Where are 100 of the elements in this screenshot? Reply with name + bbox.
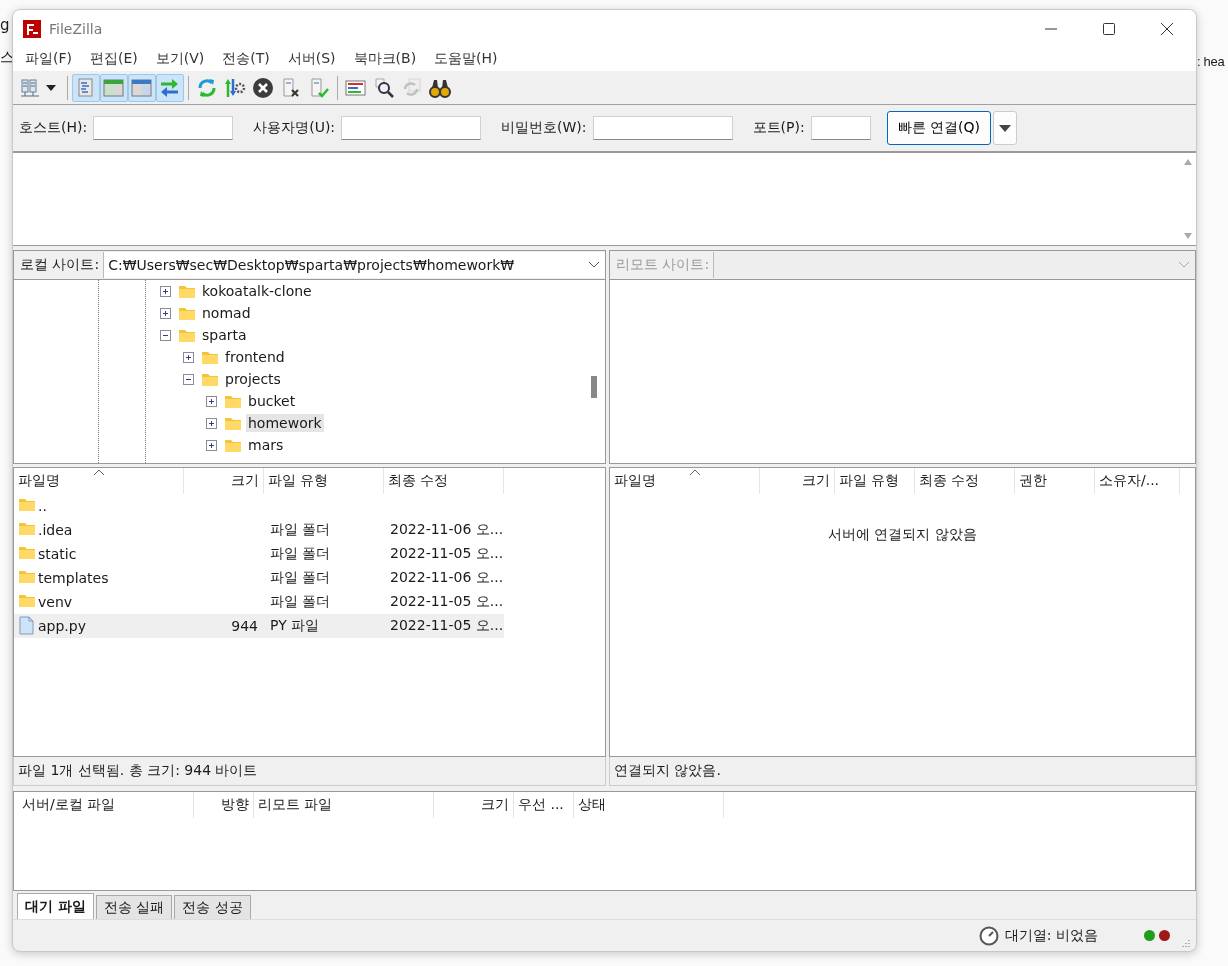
- input-field[interactable]: [810, 116, 871, 140]
- column-header[interactable]: 크기: [760, 468, 835, 494]
- column-header[interactable]: 서버/로컬 파일: [14, 792, 194, 818]
- caret-icon: [999, 124, 1012, 132]
- menu-item[interactable]: 파일(F): [23, 50, 74, 68]
- app-logo-icon: [23, 19, 41, 38]
- menu-item[interactable]: 서버(S): [285, 50, 338, 68]
- tree-item[interactable]: bucket: [246, 392, 298, 410]
- column-header[interactable]: 파일 유형: [264, 468, 384, 494]
- column-header[interactable]: 방향: [194, 792, 254, 818]
- collapse-icon[interactable]: [160, 329, 171, 341]
- quickconnect-button[interactable]: 빠른 연결(Q): [886, 111, 992, 145]
- folder-icon: [201, 371, 219, 387]
- file-row[interactable]: venv 파일 폴더 2022-11-05 오...: [14, 590, 504, 614]
- file-icon: [18, 616, 36, 636]
- sync-icon: [401, 76, 423, 99]
- window-title: FileZilla: [49, 20, 103, 37]
- expand-icon[interactable]: [206, 439, 217, 451]
- file-name: templates: [38, 570, 109, 586]
- file-type: 파일 폴더: [270, 569, 331, 587]
- column-header[interactable]: 권한: [1015, 468, 1095, 494]
- server-rack-icon: [20, 76, 42, 99]
- sort-caret-icon: [94, 469, 104, 475]
- expand-icon[interactable]: [183, 351, 194, 363]
- gauge-icon: [978, 925, 999, 946]
- close-icon[interactable]: [1158, 20, 1176, 37]
- expand-icon[interactable]: [160, 307, 171, 319]
- scroll-up-icon: [1183, 159, 1192, 165]
- file-type: 파일 폴더: [270, 593, 331, 611]
- file-date: 2022-11-05 오...: [390, 593, 504, 611]
- file-name: static: [38, 546, 77, 562]
- arrows-gear-icon: [224, 76, 246, 99]
- document-check-icon: [308, 76, 330, 99]
- site-label: 리모트 사이트:: [615, 256, 711, 274]
- path-combo[interactable]: C:₩Users₩sec₩Desktop₩sparta₩projects₩homework₩: [103, 252, 605, 278]
- file-date: 2022-11-05 오...: [390, 617, 504, 635]
- menu-item[interactable]: 북마크(B): [351, 50, 419, 68]
- refresh-icon: [196, 76, 218, 99]
- column-header[interactable]: 최종 수정: [384, 468, 504, 494]
- column-header[interactable]: 파일명: [610, 468, 760, 494]
- file-type: PY 파일: [270, 617, 320, 635]
- column-header[interactable]: 파일 유형: [835, 468, 915, 494]
- file-row[interactable]: static 파일 폴더 2022-11-05 오...: [14, 542, 504, 566]
- menu-item[interactable]: 보기(V): [153, 50, 207, 68]
- tree-item[interactable]: kokoatalk-clone: [200, 282, 314, 300]
- maximize-icon[interactable]: [1100, 20, 1118, 37]
- column-header[interactable]: 크기: [434, 792, 514, 818]
- folder-icon: [224, 393, 242, 409]
- column-header[interactable]: 최종 수정: [915, 468, 1015, 494]
- sort-caret-icon: [690, 469, 700, 475]
- scrollbar-thumb[interactable]: [591, 376, 597, 398]
- file-row[interactable]: ..: [14, 494, 504, 518]
- queue-status: 대기열: 비었음: [1004, 926, 1098, 945]
- menu-item[interactable]: 전송(T): [220, 50, 272, 68]
- menu-item[interactable]: 도움말(H): [432, 50, 500, 68]
- column-header[interactable]: 리모트 파일: [254, 792, 434, 818]
- file-name: venv: [38, 594, 73, 610]
- menu-item[interactable]: 편집(E): [88, 50, 140, 68]
- file-row[interactable]: app.py 944 PY 파일 2022-11-05 오...: [14, 614, 504, 638]
- column-header[interactable]: 우선 ...: [514, 792, 574, 818]
- expand-icon[interactable]: [160, 285, 171, 297]
- tree-item[interactable]: nomad: [200, 304, 253, 322]
- input-field[interactable]: [592, 116, 733, 140]
- file-row[interactable]: templates 파일 폴더 2022-11-06 오...: [14, 566, 504, 590]
- tree-item[interactable]: frontend: [223, 348, 287, 366]
- tree-item[interactable]: projects: [223, 370, 283, 388]
- input-field[interactable]: [341, 116, 482, 140]
- field-label: 호스트(H):: [19, 119, 88, 137]
- tab[interactable]: 전송 성공: [174, 895, 251, 919]
- column-header[interactable]: 파일명: [14, 468, 184, 494]
- column-header[interactable]: 상태: [574, 792, 724, 818]
- expand-icon[interactable]: [206, 417, 217, 429]
- folder-icon: [201, 349, 219, 365]
- status-text: 연결되지 않았음.: [609, 757, 1196, 786]
- panel-right-icon: [131, 76, 153, 99]
- tree-item[interactable]: mars: [246, 436, 286, 454]
- resize-grip-icon: [1182, 939, 1190, 947]
- column-header[interactable]: 소유자/...: [1095, 468, 1180, 494]
- file-name: app.py: [38, 618, 86, 634]
- status-text: 파일 1개 선택됨. 총 크기: 944 바이트: [13, 757, 606, 786]
- file-row[interactable]: .idea 파일 폴더 2022-11-06 오...: [14, 518, 504, 542]
- dropdown-button[interactable]: [993, 111, 1018, 145]
- file-name: ..: [38, 498, 47, 514]
- site-label: 로컬 사이트:: [19, 256, 101, 274]
- file-name: .idea: [38, 522, 73, 538]
- document-cross-icon: [280, 76, 302, 99]
- file-date: 2022-11-06 오...: [390, 569, 504, 587]
- tab[interactable]: 전송 실패: [95, 895, 173, 919]
- folder-icon: [178, 305, 196, 321]
- collapse-icon[interactable]: [183, 373, 194, 385]
- column-header[interactable]: 크기: [184, 468, 264, 494]
- caret-icon: [46, 84, 56, 91]
- tree-item[interactable]: sparta: [200, 326, 249, 344]
- expand-icon[interactable]: [206, 395, 217, 407]
- tab[interactable]: 대기 파일: [17, 893, 94, 919]
- input-field[interactable]: [93, 116, 234, 140]
- path-text: C:₩Users₩sec₩Desktop₩sparta₩projects₩homework₩: [108, 257, 515, 273]
- file-date: 2022-11-06 오...: [390, 521, 504, 539]
- folder-icon: [178, 327, 196, 343]
- tree-item[interactable]: homework: [246, 414, 324, 432]
